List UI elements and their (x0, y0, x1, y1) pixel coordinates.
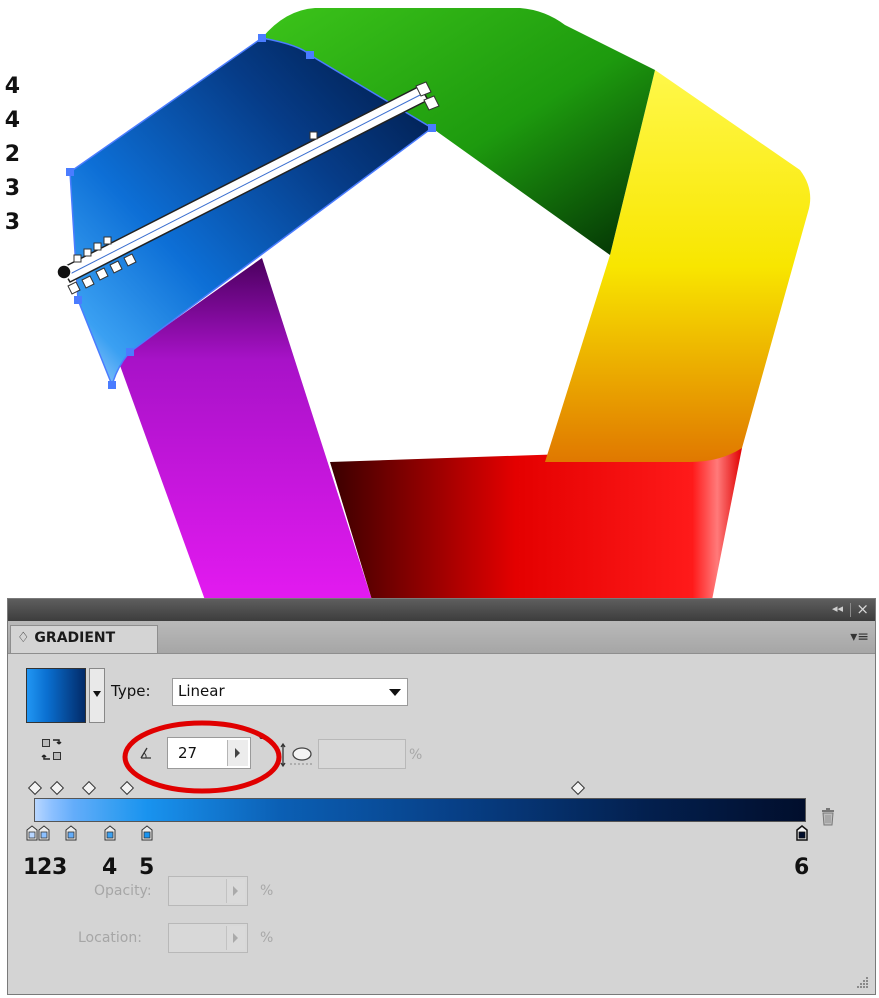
side-digit: 3 (4, 210, 20, 235)
color-stop[interactable] (104, 825, 116, 841)
type-label: Type: (111, 682, 151, 700)
angle-value: 27 (178, 744, 198, 762)
stop-number-label: 4 (102, 855, 118, 880)
opacity-stepper[interactable] (226, 879, 245, 903)
side-digit: 2 (4, 142, 20, 167)
opacity-unit: % (260, 883, 274, 899)
stop-number-label: 6 (794, 855, 810, 880)
swatch-dropdown-button[interactable] (89, 668, 105, 723)
stop-number-label: 5 (139, 855, 155, 880)
gradient-panel: ◂◂ × ♢ GRADIENT ▾≡ Type: Linear 27 ° % 1… (7, 598, 876, 995)
panel-tab-strip: ♢ GRADIENT (8, 621, 875, 654)
panel-menu-icon[interactable]: ▾≡ (850, 629, 869, 645)
chevron-down-icon (389, 689, 401, 696)
side-digit-column: 4 4 2 3 3 (0, 70, 20, 240)
degree-symbol: ° (258, 733, 265, 749)
midpoint-diamond[interactable] (27, 780, 43, 796)
aspect-ratio-icon (280, 742, 314, 768)
side-digit: 3 (4, 176, 20, 201)
type-select-value: Linear (178, 682, 225, 700)
location-label: Location: (78, 930, 142, 946)
midpoint-diamond[interactable] (119, 780, 135, 796)
chevron-right-icon (235, 748, 240, 758)
color-stop[interactable] (141, 825, 153, 841)
trash-icon[interactable] (820, 806, 836, 826)
color-stop[interactable] (38, 825, 50, 841)
angle-stepper[interactable] (227, 740, 248, 766)
side-digit: 4 (4, 108, 20, 133)
chevron-right-icon (233, 886, 238, 896)
angle-icon (140, 747, 151, 759)
stop-number-label: 3 (52, 855, 68, 880)
location-unit: % (260, 930, 274, 946)
midpoint-diamond[interactable] (49, 780, 65, 796)
aspect-ratio-unit: % (409, 747, 423, 763)
collapse-icon[interactable]: ◂◂ (832, 602, 843, 615)
stop-number-label: 2 (37, 855, 53, 880)
opacity-label: Opacity: (94, 883, 152, 899)
title-bar-divider (850, 603, 851, 617)
panel-title-bar[interactable]: ◂◂ × (8, 599, 875, 621)
chevron-down-icon (93, 691, 101, 697)
gradient-swatch[interactable] (26, 668, 86, 723)
angle-input[interactable]: 27 (167, 737, 251, 769)
canvas-artwork (56, 8, 811, 600)
midpoint-diamond[interactable] (570, 780, 586, 796)
location-stepper[interactable] (226, 926, 245, 950)
color-stop[interactable] (65, 825, 77, 841)
red-ribbon (330, 448, 742, 600)
close-icon[interactable]: × (856, 600, 869, 618)
aspect-ratio-input[interactable] (318, 739, 406, 769)
location-input[interactable] (168, 923, 248, 953)
reverse-gradient-icon[interactable] (41, 737, 63, 763)
side-digit: 4 (4, 74, 20, 99)
opacity-input[interactable] (168, 876, 248, 906)
gradient-slider[interactable] (34, 798, 806, 822)
tab-gradient[interactable]: ♢ GRADIENT (10, 625, 158, 653)
type-select[interactable]: Linear (172, 678, 408, 706)
color-stop[interactable] (26, 825, 38, 841)
chevron-right-icon (233, 933, 238, 943)
color-stop-selected[interactable] (796, 825, 808, 841)
midpoint-diamond[interactable] (81, 780, 97, 796)
resize-grip-icon[interactable] (857, 976, 869, 988)
